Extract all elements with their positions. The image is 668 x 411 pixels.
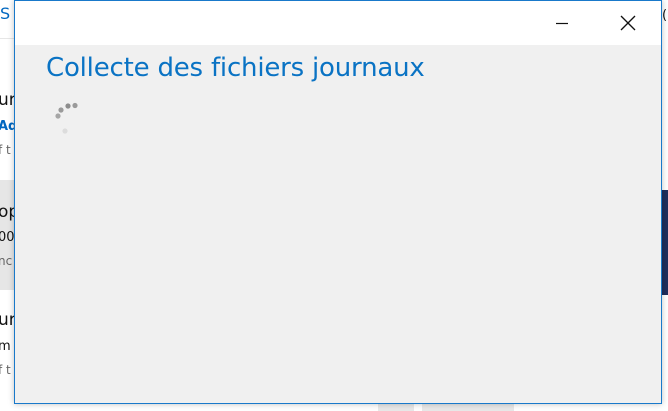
close-button[interactable] [605, 1, 651, 45]
background-list-item-desc: f t [0, 143, 11, 157]
background-list-item-subtitle: 00 [0, 230, 15, 245]
loading-spinner-icon [51, 101, 81, 137]
background-app-dark-panel [662, 190, 668, 295]
background-list-item-desc: f t [0, 363, 11, 377]
background-list-item-subtitle: m [0, 339, 11, 354]
background-list-item-desc: nc [0, 254, 13, 268]
close-icon [620, 15, 636, 31]
minimize-button[interactable] [539, 1, 585, 45]
background-app-right-fragment: ( [662, 8, 668, 23]
background-app-logo-fragment: S [0, 4, 11, 23]
minimize-icon [555, 16, 569, 30]
dialog-title: Collecte des fichiers journaux [46, 53, 425, 83]
log-collection-dialog: Collecte des fichiers journaux [14, 0, 662, 404]
dialog-titlebar[interactable] [15, 1, 661, 45]
screen: S ur Ad f t op 00 nc ur m f t (Collecte… [0, 0, 668, 411]
